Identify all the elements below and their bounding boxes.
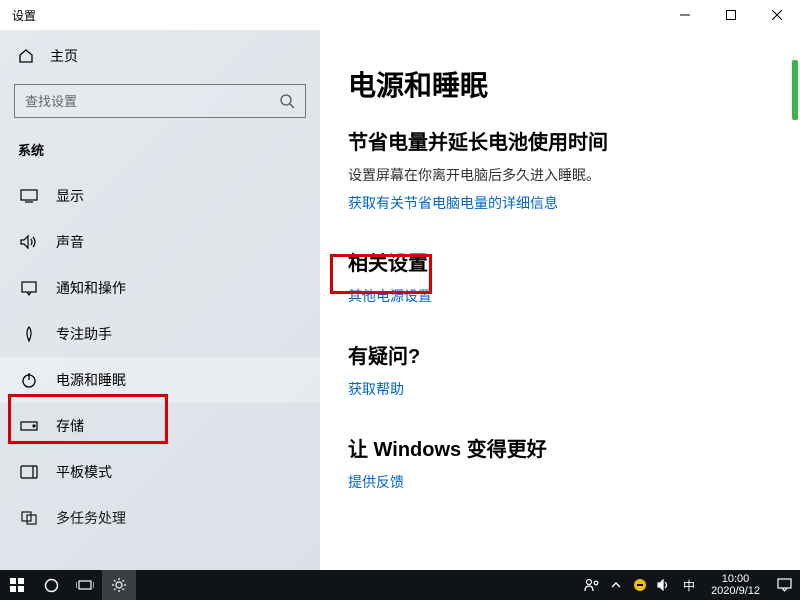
link-get-help[interactable]: 获取帮助 bbox=[348, 379, 404, 399]
sidebar: 主页 系统 显示 声音 通知和操作 bbox=[0, 30, 320, 570]
nav-focus[interactable]: 专注助手 bbox=[0, 311, 320, 357]
scrollbar[interactable] bbox=[792, 60, 798, 120]
clock[interactable]: 10:00 2020/9/12 bbox=[705, 573, 766, 597]
category-label: 系统 bbox=[0, 132, 320, 173]
nav-label: 专注助手 bbox=[56, 324, 112, 344]
nav-label: 平板模式 bbox=[56, 462, 112, 482]
nav-label: 多任务处理 bbox=[56, 508, 126, 528]
sound-icon bbox=[20, 233, 38, 251]
nav-power[interactable]: 电源和睡眠 bbox=[0, 357, 320, 403]
start-button[interactable] bbox=[0, 570, 34, 600]
clock-date: 2020/9/12 bbox=[711, 585, 760, 597]
page-heading: 电源和睡眠 bbox=[348, 64, 800, 104]
minimize-button[interactable] bbox=[662, 0, 708, 30]
action-center-icon[interactable] bbox=[772, 570, 796, 600]
content-area: 电源和睡眠 节省电量并延长电池使用时间 设置屏幕在你离开电脑后多久进入睡眠。 获… bbox=[320, 30, 800, 570]
nav-multitask[interactable]: 多任务处理 bbox=[0, 495, 320, 541]
section-desc: 设置屏幕在你离开电脑后多久进入睡眠。 bbox=[348, 165, 800, 185]
clock-time: 10:00 bbox=[711, 573, 760, 585]
section-title: 节省电量并延长电池使用时间 bbox=[348, 126, 800, 155]
nav-label: 通知和操作 bbox=[56, 278, 126, 298]
section-title: 让 Windows 变得更好 bbox=[348, 433, 800, 462]
multitask-icon bbox=[20, 509, 38, 527]
nav-label: 声音 bbox=[56, 232, 84, 252]
tray-chevron-icon[interactable] bbox=[607, 570, 625, 600]
close-button[interactable] bbox=[754, 0, 800, 30]
nav-tablet[interactable]: 平板模式 bbox=[0, 449, 320, 495]
display-icon bbox=[20, 187, 38, 205]
maximize-button[interactable] bbox=[708, 0, 754, 30]
power-icon bbox=[20, 371, 38, 389]
notification-icon bbox=[20, 279, 38, 297]
nav-notifications[interactable]: 通知和操作 bbox=[0, 265, 320, 311]
storage-icon bbox=[20, 417, 38, 435]
link-feedback[interactable]: 提供反馈 bbox=[348, 472, 404, 492]
nav-label: 电源和睡眠 bbox=[56, 370, 126, 390]
taskbar: 中 10:00 2020/9/12 bbox=[0, 570, 800, 600]
taskview-button[interactable] bbox=[68, 570, 102, 600]
home-button[interactable]: 主页 bbox=[0, 36, 320, 76]
nav-label: 存储 bbox=[56, 416, 84, 436]
search-input[interactable] bbox=[25, 94, 265, 109]
section-title: 相关设置 bbox=[348, 247, 800, 276]
titlebar: 设置 bbox=[0, 0, 800, 30]
home-label: 主页 bbox=[50, 46, 78, 66]
people-icon[interactable] bbox=[583, 570, 601, 600]
cortana-button[interactable] bbox=[34, 570, 68, 600]
tablet-icon bbox=[20, 463, 38, 481]
nav-display[interactable]: 显示 bbox=[0, 173, 320, 219]
home-icon bbox=[18, 48, 34, 64]
nav-label: 显示 bbox=[56, 186, 84, 206]
ime-indicator[interactable]: 中 bbox=[679, 570, 699, 600]
link-battery-info[interactable]: 获取有关节省电脑电量的详细信息 bbox=[348, 193, 558, 213]
tray-status-icon[interactable] bbox=[631, 570, 649, 600]
volume-icon[interactable] bbox=[655, 570, 673, 600]
search-box[interactable] bbox=[14, 84, 306, 118]
window-title: 设置 bbox=[12, 7, 36, 24]
section-title: 有疑问? bbox=[348, 340, 800, 369]
focus-icon bbox=[20, 325, 38, 343]
nav-sound[interactable]: 声音 bbox=[0, 219, 320, 265]
taskbar-settings[interactable] bbox=[102, 570, 136, 600]
search-icon bbox=[279, 93, 295, 109]
link-other-power[interactable]: 其他电源设置 bbox=[348, 286, 432, 306]
nav-storage[interactable]: 存储 bbox=[0, 403, 320, 449]
